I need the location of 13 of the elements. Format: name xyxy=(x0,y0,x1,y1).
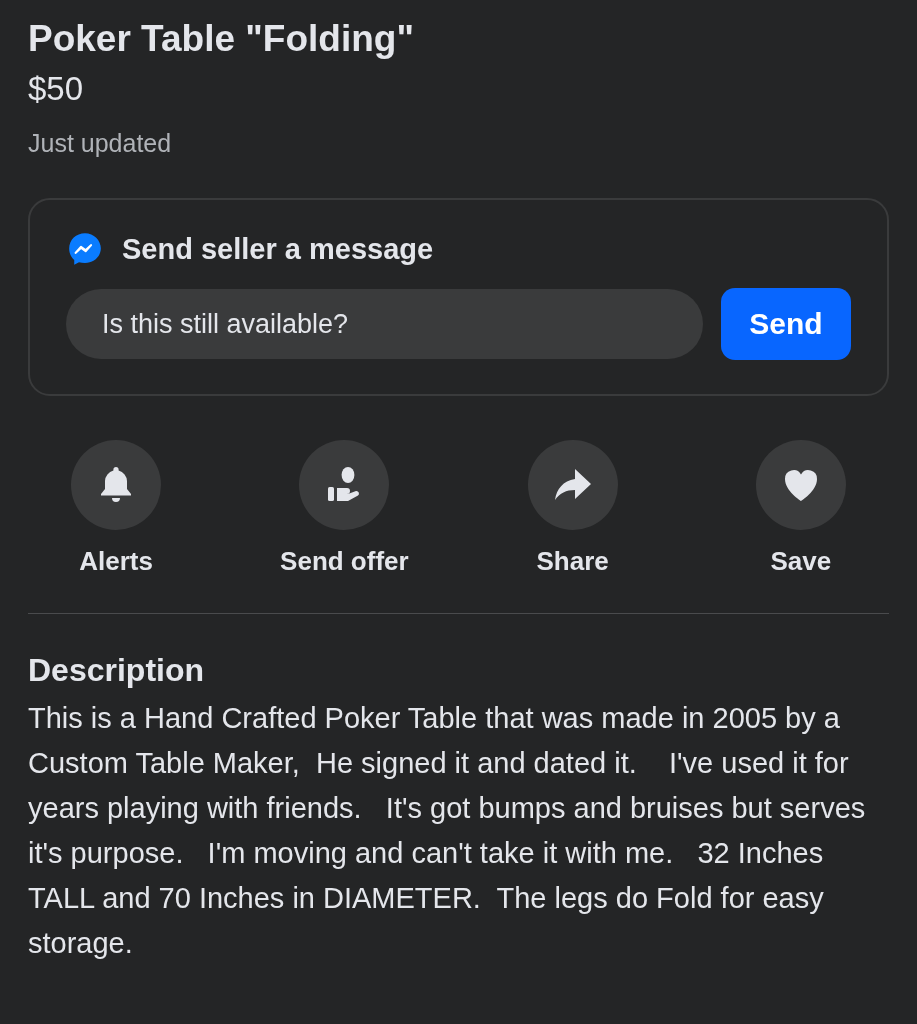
updated-time: Just updated xyxy=(28,128,173,158)
send-button[interactable]: Send xyxy=(721,288,851,360)
message-heading: Send seller a message xyxy=(122,232,434,266)
messenger-icon xyxy=(66,230,104,268)
listing-title: Poker Table "Folding" xyxy=(28,17,415,61)
action-button[interactable]: Save xyxy=(686,440,915,577)
message-field[interactable]: Is this still available? xyxy=(66,289,703,359)
description-heading: Description xyxy=(28,651,206,690)
action-button[interactable]: Share xyxy=(458,440,687,577)
description-text: This is a Hand Crafted Poker Table that was made in 2005 by a Custom Table Maker, He signed it and dated it. I've used it for years playing with friends. It's got bumps and bruises but serves it's purpose. I'm moving and can't take it with me. 32 Inches TALL and 70 Inches in DIAMETER. The legs do Fold for easy storage. xyxy=(28,701,867,961)
price: $50 xyxy=(28,69,85,109)
action-button[interactable]: Send offer xyxy=(230,440,459,577)
action-button[interactable]: Alerts xyxy=(2,440,231,577)
